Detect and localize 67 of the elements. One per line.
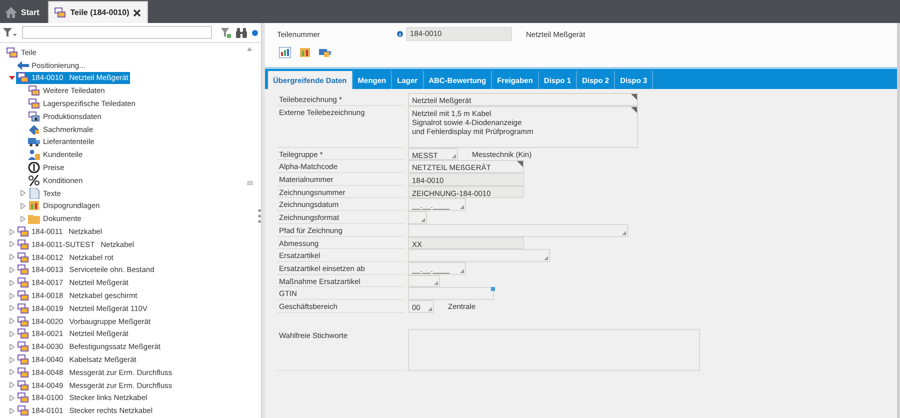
filter-clear-icon[interactable] [221,28,232,38]
boxes-icon [6,46,18,58]
boxes-icon [16,302,28,314]
expander-icon[interactable] [20,190,26,196]
chart-folder-icon [28,200,40,212]
boxes-gear-icon [28,110,40,122]
filter-icon[interactable] [3,28,17,38]
tag-icon [28,124,40,135]
close-icon[interactable] [133,8,142,16]
people-icon [28,149,40,160]
boxes-icon [16,366,28,378]
input-field[interactable] [408,211,427,224]
expander-icon[interactable] [8,394,14,401]
table-chart-icon[interactable] [279,47,291,58]
expander-icon[interactable] [8,344,14,350]
scroll-grip-icon[interactable] [247,181,253,185]
info-icon[interactable] [397,31,403,37]
input-field[interactable] [408,328,700,371]
boxes-icon [16,226,28,238]
boxes-icon [16,392,28,404]
expander-icon[interactable] [8,266,14,273]
expander-icon[interactable] [8,382,14,388]
expander-icon[interactable] [20,202,26,209]
home-icon [5,6,17,18]
boxes-icon [28,85,40,96]
boxes-icon [16,316,28,327]
input-field[interactable] [408,274,440,288]
splitter-grip-icon[interactable] [258,208,261,222]
search-field[interactable] [22,26,212,39]
binoculars-icon[interactable] [236,28,248,38]
window-tab[interactable]: Start [0,1,46,23]
scroll-up-icon[interactable] [247,47,252,51]
expander-icon[interactable] [8,330,14,337]
chart-folder-icon[interactable] [299,47,311,58]
boxes-icon [16,264,28,276]
input-field[interactable] [408,224,628,236]
document-icon [28,188,40,199]
input-field[interactable] [408,287,494,300]
coin-icon [28,162,40,174]
boxes-icon [16,354,28,366]
expander-icon[interactable] [20,216,26,222]
expander-icon[interactable] [8,305,14,312]
expander-icon[interactable] [8,356,14,363]
boxes-icon [16,238,28,250]
input-field[interactable] [408,249,550,262]
boxes-icon [16,290,28,302]
boxes-icon [16,252,28,263]
boxes-icon [16,328,28,340]
percent-icon [28,174,40,186]
expander-icon[interactable] [8,318,14,324]
status-dot-icon [252,30,258,36]
expander-icon[interactable] [8,254,14,260]
boxes-icon [16,277,28,288]
boxes-icon [28,98,40,110]
expander-icon[interactable] [8,241,14,248]
window-tab[interactable]: Teile (184-0010) [48,1,148,23]
expander-icon[interactable] [8,369,14,376]
boxes-icon [54,7,66,18]
expander-icon[interactable] [8,292,14,299]
boxes-icon [16,380,28,391]
expander-icon[interactable] [8,280,14,286]
expander-icon[interactable] [8,228,14,235]
expander-icon[interactable] [8,408,14,414]
boxes-icon [16,341,28,352]
arrow-left-icon [16,60,28,71]
folder-icon [28,213,40,224]
boxes-icon [16,72,28,84]
